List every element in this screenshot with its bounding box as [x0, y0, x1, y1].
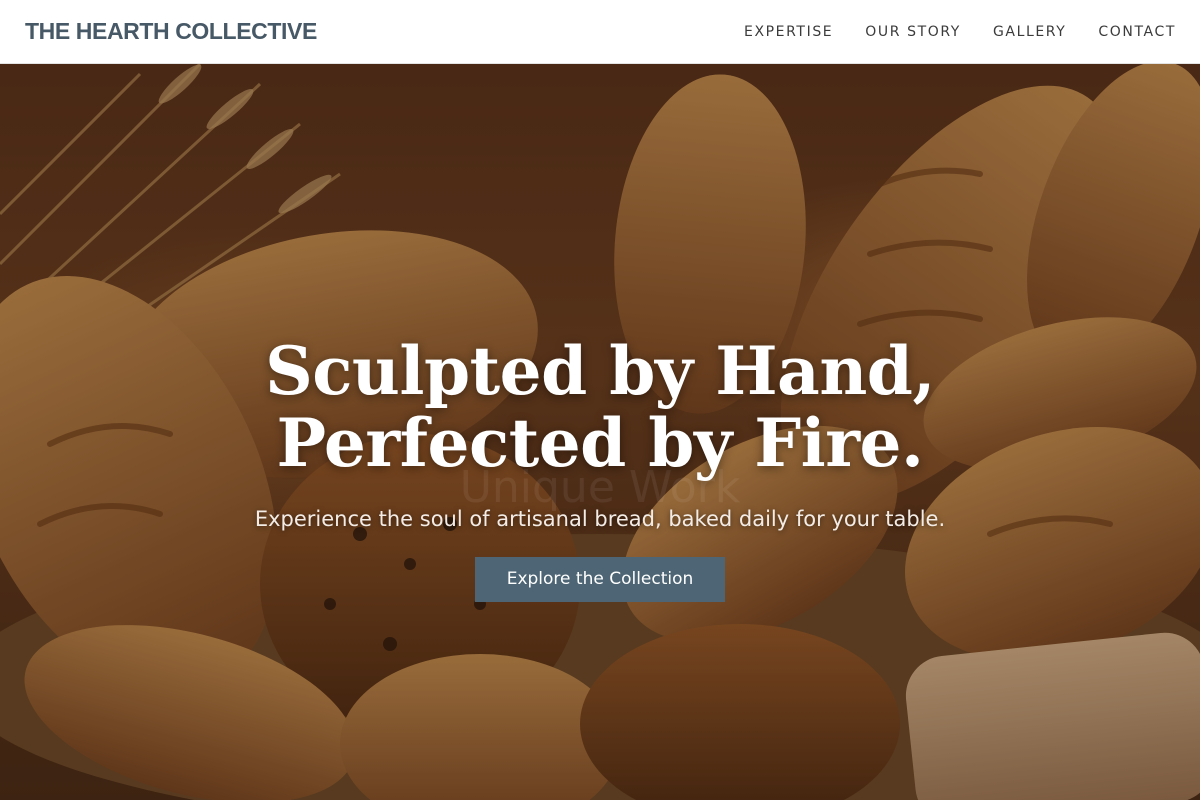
main-nav: EXPERTISE OUR STORY GALLERY CONTACT	[744, 24, 1176, 40]
hero-title: Sculpted by Hand, Perfected by Fire.	[0, 335, 1200, 479]
hero-subtitle: Experience the soul of artisanal bread, …	[254, 507, 946, 531]
nav-link-our-story[interactable]: OUR STORY	[865, 24, 961, 40]
hero-content: Sculpted by Hand, Perfected by Fire. Exp…	[0, 335, 1200, 602]
hero-title-line-1: Sculpted by Hand,	[265, 332, 935, 410]
nav-link-gallery[interactable]: GALLERY	[993, 24, 1066, 40]
nav-link-expertise[interactable]: EXPERTISE	[744, 24, 833, 40]
brand-logo[interactable]: THE HEARTH COLLECTIVE	[25, 18, 317, 45]
explore-collection-button[interactable]: Explore the Collection	[475, 557, 725, 602]
hero-section: Unique Work Sculpted by Hand, Perfected …	[0, 64, 1200, 800]
site-header: THE HEARTH COLLECTIVE EXPERTISE OUR STOR…	[0, 0, 1200, 64]
nav-link-contact[interactable]: CONTACT	[1098, 24, 1176, 40]
hero-title-line-2: Perfected by Fire.	[276, 404, 924, 482]
